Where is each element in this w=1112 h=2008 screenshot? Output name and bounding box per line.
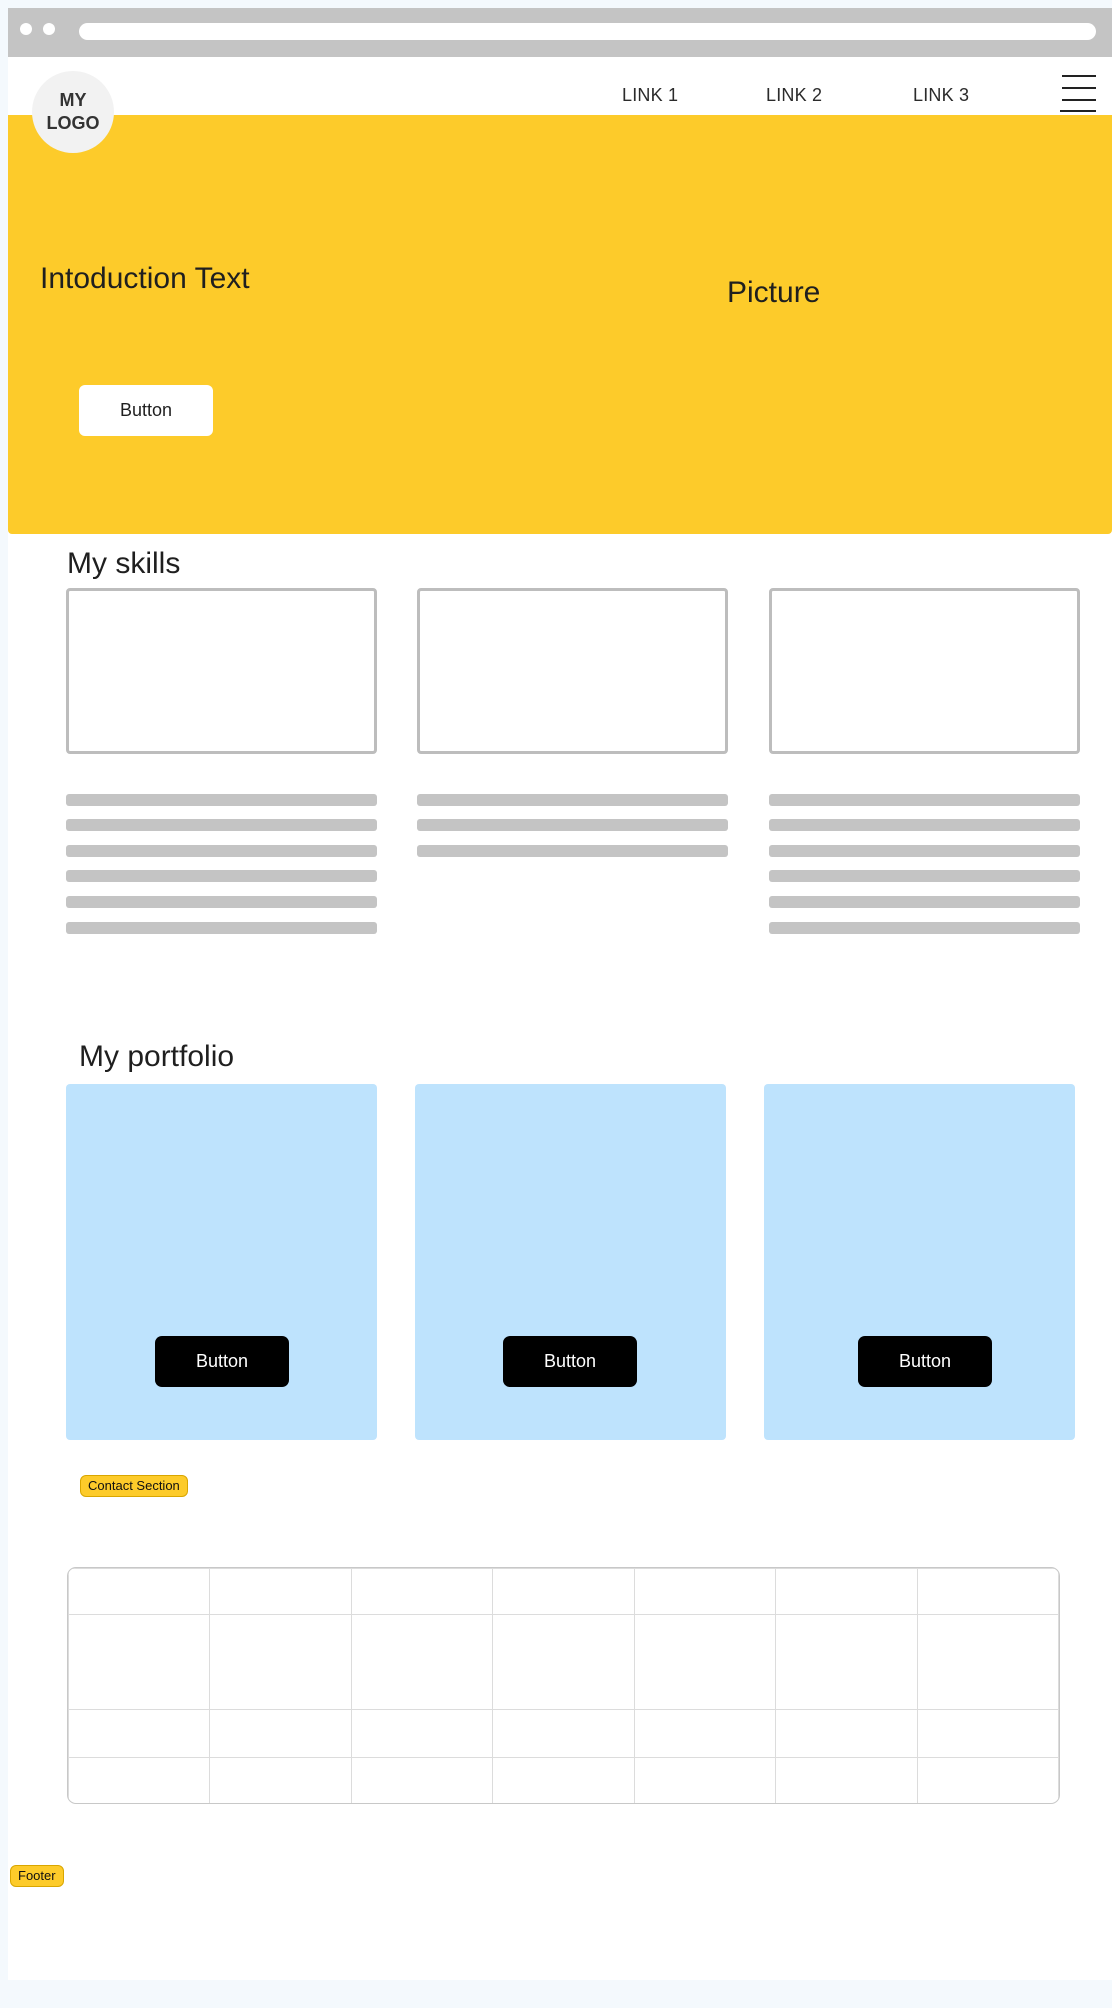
portfolio-card: Button <box>764 1084 1075 1440</box>
grid-cell <box>68 1614 211 1710</box>
skill-text-line <box>417 794 728 806</box>
grid-cell <box>209 1614 352 1710</box>
portfolio-button[interactable]: Button <box>155 1336 289 1387</box>
skill-text-line <box>66 845 377 857</box>
skill-text-line <box>769 845 1080 857</box>
address-bar[interactable] <box>79 23 1096 40</box>
portfolio-card: Button <box>415 1084 726 1440</box>
skill-text-line <box>769 870 1080 882</box>
skills-title: My skills <box>67 547 181 580</box>
grid-cell <box>916 1757 1059 1803</box>
grid-cell <box>916 1709 1059 1758</box>
browser-window: Intoduction Text Picture Button MY LOGO … <box>8 8 1112 1980</box>
skill-text-line <box>769 896 1080 908</box>
grid-cell <box>633 1614 777 1710</box>
picture-placeholder-label: Picture <box>727 276 821 309</box>
skill-card <box>769 588 1080 754</box>
window-control-dot[interactable] <box>43 23 55 35</box>
skill-text-line <box>769 819 1080 831</box>
skill-text-line <box>66 896 377 908</box>
grid-cell <box>209 1709 352 1758</box>
skill-card <box>66 588 377 754</box>
grid-cell <box>350 1709 494 1758</box>
grid-cell <box>775 1568 918 1615</box>
grid-cell <box>68 1568 211 1615</box>
grid-cell <box>492 1568 635 1615</box>
grid-cell <box>68 1757 211 1803</box>
skill-text-line <box>769 922 1080 934</box>
grid-cell <box>633 1709 777 1758</box>
portfolio-button[interactable]: Button <box>503 1336 637 1387</box>
skill-text-line <box>417 845 728 857</box>
skill-card <box>417 588 728 754</box>
grid-cell <box>209 1757 352 1803</box>
grid-cell <box>350 1757 494 1803</box>
grid-cell <box>775 1757 918 1803</box>
grid-cell <box>775 1709 918 1758</box>
grid-cell <box>492 1757 635 1803</box>
nav-link-2[interactable]: LINK 2 <box>766 85 822 106</box>
window-control-dot[interactable] <box>20 23 32 35</box>
grid-cell <box>916 1568 1059 1615</box>
contact-grid <box>67 1567 1060 1804</box>
hamburger-menu-icon[interactable] <box>1060 75 1096 112</box>
grid-cell <box>633 1757 777 1803</box>
portfolio-button[interactable]: Button <box>858 1336 992 1387</box>
contact-section-tag: Contact Section <box>80 1475 188 1497</box>
grid-cell <box>209 1568 352 1615</box>
grid-cell <box>633 1568 777 1615</box>
hero-section: Intoduction Text Picture Button <box>8 115 1112 534</box>
grid-cell <box>492 1614 635 1710</box>
grid-cell <box>916 1614 1059 1710</box>
hero-button[interactable]: Button <box>79 385 213 436</box>
logo[interactable]: MY LOGO <box>32 71 114 153</box>
nav-link-3[interactable]: LINK 3 <box>913 85 969 106</box>
skill-text-line <box>66 870 377 882</box>
browser-toolbar <box>8 8 1112 57</box>
grid-cell <box>350 1614 494 1710</box>
grid-cell <box>492 1709 635 1758</box>
logo-text: MY LOGO <box>46 90 100 133</box>
skill-text-line <box>66 922 377 934</box>
portfolio-card: Button <box>66 1084 377 1440</box>
skill-text-line <box>66 819 377 831</box>
intro-text: Intoduction Text <box>40 262 250 295</box>
nav-link-1[interactable]: LINK 1 <box>622 85 678 106</box>
footer-tag: Footer <box>10 1865 64 1887</box>
skill-text-line <box>769 794 1080 806</box>
skill-text-line <box>417 819 728 831</box>
grid-cell <box>775 1614 918 1710</box>
grid-cell <box>68 1709 211 1758</box>
skill-text-line <box>66 794 377 806</box>
grid-cell <box>350 1568 494 1615</box>
portfolio-title: My portfolio <box>79 1040 235 1073</box>
